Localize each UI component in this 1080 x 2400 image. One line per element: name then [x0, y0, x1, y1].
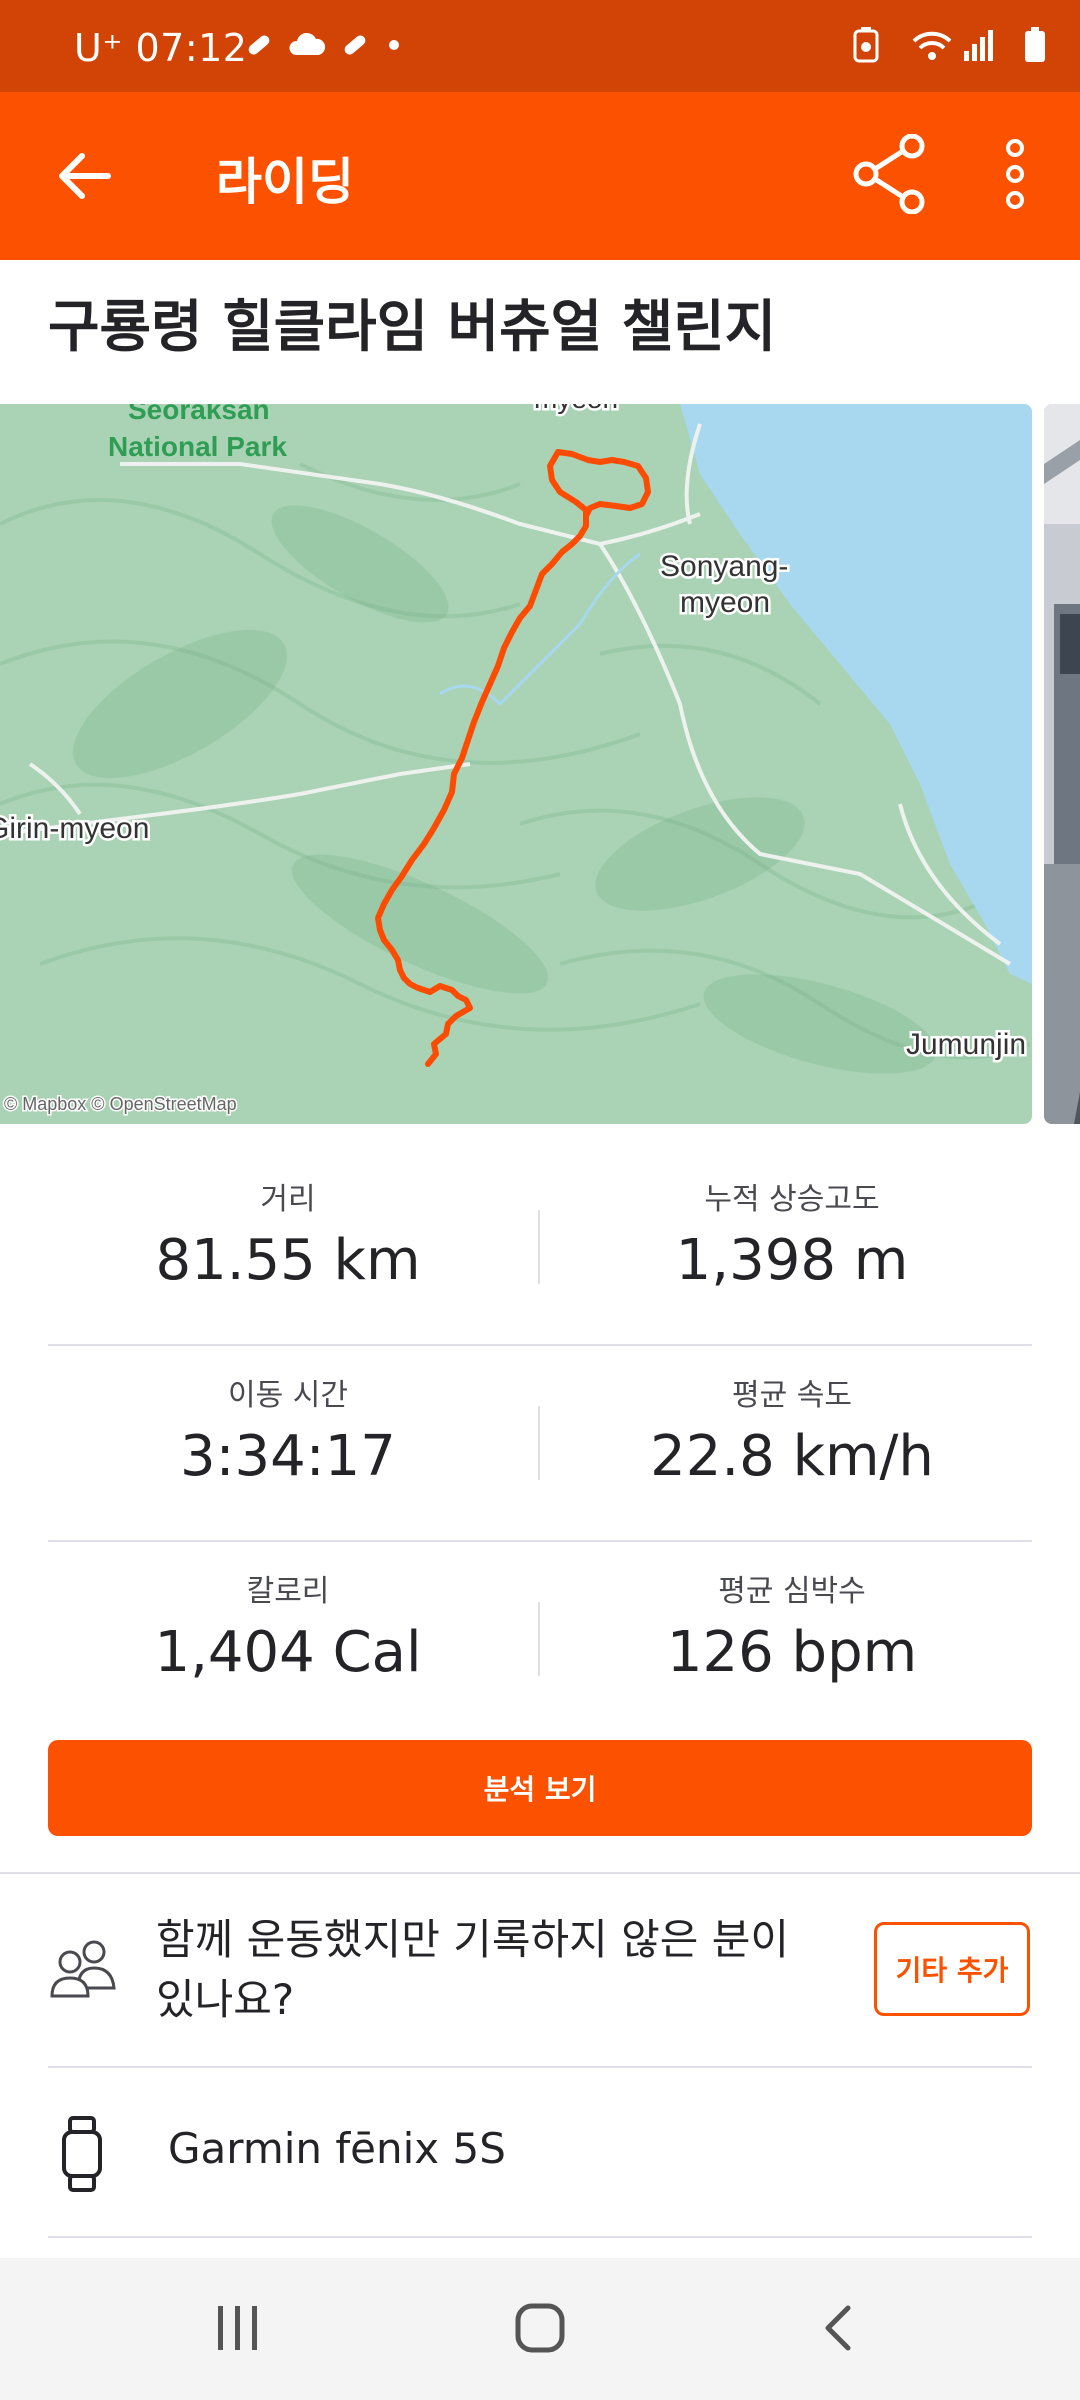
stat-value: 81.55 km [155, 1228, 421, 1293]
divider [538, 1210, 540, 1284]
arrow-left-icon[interactable] [52, 144, 116, 208]
notification-icons [244, 30, 404, 60]
dot-icon [389, 40, 399, 50]
view-analysis-button[interactable]: 분석 보기 [48, 1740, 1032, 1836]
people-icon [50, 1940, 116, 1998]
map-label-sonyang: Sonyang- [660, 550, 788, 583]
cloud-icon [289, 32, 326, 55]
divider [538, 1602, 540, 1676]
stat-value: 1,404 Cal [154, 1620, 422, 1685]
activity-stats: 거리 81.55 km 누적 상승고도 1,398 m 이동 시간 3:34:1… [48, 1150, 1032, 1736]
more-vertical-icon[interactable] [1000, 138, 1030, 210]
map-label-jumunjin: Jumunjin [906, 1028, 1026, 1061]
add-others-row: 함께 운동했지만 기록하지 않은 분이 있나요? 기타 추가 [0, 1874, 1080, 2066]
pill-icon [344, 35, 366, 55]
map-label-park: National Park [108, 431, 287, 462]
map-label-sonyang: myeon [680, 586, 770, 619]
stat-label: 칼로리 [246, 1574, 330, 1609]
stat-label: 거리 [260, 1182, 316, 1217]
map-label-town: myeon [534, 404, 618, 414]
system-icons [852, 26, 1046, 64]
stat-label: 평균 속도 [732, 1378, 852, 1413]
status-time: U⁺ 07:12 [74, 26, 248, 70]
watch-icon [62, 2116, 102, 2192]
activity-title: 구룡령 힐클라임 버츄얼 챌린지 [48, 295, 777, 360]
add-others-button[interactable]: 기타 추가 [874, 1922, 1030, 2016]
stat-value: 22.8 km/h [650, 1424, 934, 1489]
stat-calories: 칼로리 1,404 Cal [48, 1566, 528, 1685]
device-name: Garmin fēnix 5S [168, 2124, 506, 2173]
wifi-signal-icon [912, 30, 993, 61]
stat-elevation-gain: 누적 상승고도 1,398 m [552, 1174, 1032, 1293]
stat-row: 거리 81.55 km 누적 상승고도 1,398 m [48, 1150, 1032, 1346]
route-map[interactable]: Seoraksan National Park myeon Sonyang- m… [0, 404, 1032, 1124]
share-icon[interactable] [852, 134, 926, 214]
stat-value: 126 bpm [666, 1620, 918, 1685]
stat-row: 이동 시간 3:34:17 평균 속도 22.8 km/h [48, 1346, 1032, 1542]
stat-value: 1,398 m [675, 1228, 909, 1293]
system-nav-bar [0, 2258, 1080, 2400]
home-icon[interactable] [514, 2302, 566, 2354]
stat-label: 이동 시간 [228, 1378, 348, 1413]
map-attribution[interactable]: © Mapbox © OpenStreetMap [3, 1093, 239, 1116]
stat-label: 평균 심박수 [718, 1574, 866, 1609]
stat-distance: 거리 81.55 km [48, 1174, 528, 1293]
battery-saver-icon [853, 27, 879, 63]
stat-label: 누적 상승고도 [704, 1182, 880, 1217]
activity-photo[interactable] [1044, 404, 1080, 1124]
device-row: Garmin fēnix 5S [0, 2068, 1080, 2238]
pill-icon [248, 35, 270, 55]
map-canvas: Seoraksan National Park myeon Sonyang- m… [0, 404, 1032, 1124]
recent-apps-icon[interactable] [214, 2302, 262, 2354]
map-label-girin: Girin-myeon [0, 812, 149, 845]
stat-row: 칼로리 1,404 Cal 평균 심박수 126 bpm [48, 1542, 1032, 1736]
divider [538, 1406, 540, 1480]
stat-avg-heart-rate: 평균 심박수 126 bpm [552, 1566, 1032, 1685]
add-others-prompt: 함께 운동했지만 기록하지 않은 분이 있나요? [156, 1915, 790, 2024]
divider [48, 2236, 1032, 2238]
status-bar: U⁺ 07:12 [0, 0, 1080, 92]
battery-icon [1025, 27, 1045, 62]
stat-avg-speed: 평균 속도 22.8 km/h [552, 1370, 1032, 1489]
back-nav-icon[interactable] [820, 2302, 856, 2354]
page-title: 라이딩 [216, 153, 354, 211]
stat-value: 3:34:17 [180, 1424, 396, 1489]
map-label-park: Seoraksan [128, 404, 270, 425]
stat-moving-time: 이동 시간 3:34:17 [48, 1370, 528, 1489]
app-bar: 라이딩 [0, 92, 1080, 260]
